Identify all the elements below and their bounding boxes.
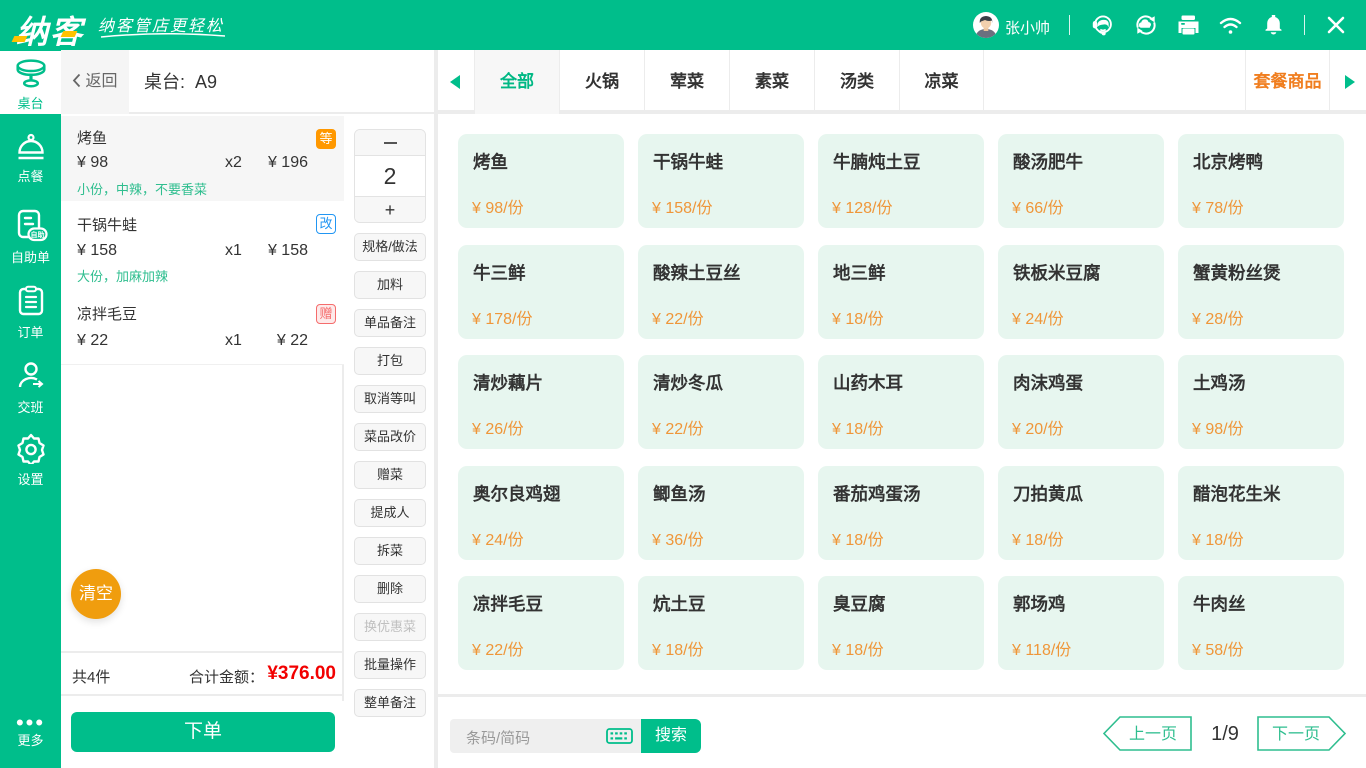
svg-text:上一页: 上一页	[1129, 725, 1177, 743]
svg-text:下一页: 下一页	[1272, 726, 1320, 743]
svg-text:自助: 自助	[30, 230, 44, 239]
